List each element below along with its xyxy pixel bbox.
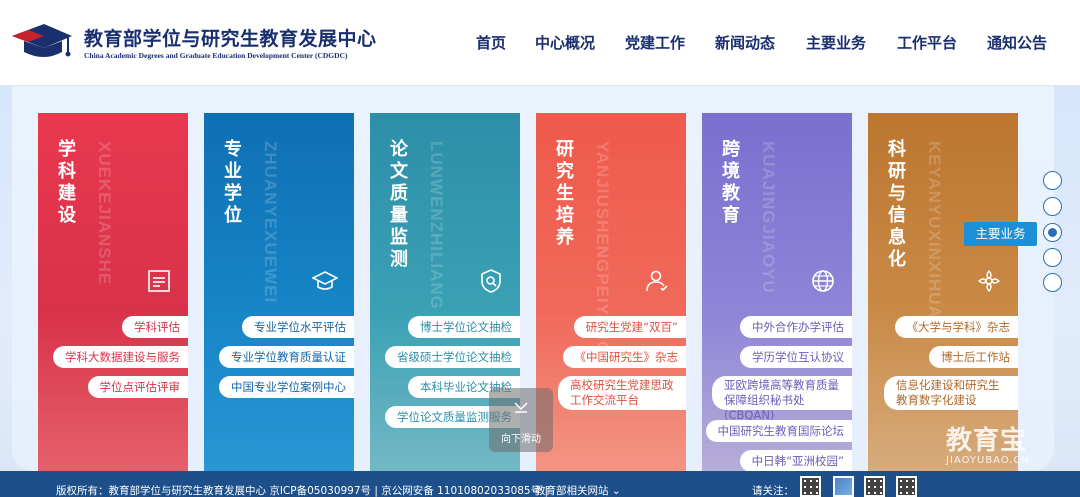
link-degree-recognition-agreement[interactable]: 学历学位互认协议 [740, 346, 852, 368]
nav-home[interactable]: 首页 [476, 32, 506, 53]
person-icon [646, 270, 668, 292]
site-footer: 版权所有：教育部学位与研究生教育发展中心 京ICP备05030997号 | 京公… [0, 471, 1080, 497]
link-university-discipline-magazine[interactable]: 《大学与学科》杂志 [894, 316, 1018, 338]
document-icon [148, 270, 170, 292]
link-discipline-evaluation[interactable]: 学科评估 [122, 316, 188, 338]
qr-code-2[interactable] [833, 476, 854, 497]
link-degree-point-evaluation[interactable]: 学位点评估评审 [87, 376, 188, 398]
link-professional-case-center[interactable]: 中国专业学位案例中心 [219, 376, 354, 398]
link-international-forum[interactable]: 中国研究生教育国际论坛 [705, 420, 852, 442]
chevron-down-icon [514, 402, 528, 413]
nav-notices[interactable]: 通知公告 [987, 32, 1047, 53]
shield-search-icon [481, 269, 501, 293]
related-sites-dropdown[interactable]: 教育部相关网站 ⌄ [535, 483, 621, 497]
link-discipline-bigdata[interactable]: 学科大数据建设与服务 [53, 346, 188, 368]
card-pinyin: LUNWENZHILIANG [427, 141, 446, 310]
pager-dot-1[interactable] [1043, 171, 1062, 190]
watermark: 教育宝 JIAOYUBAO.CN [946, 420, 1066, 466]
site-header: 教育部学位与研究生教育发展中心 China Academic Degrees a… [0, 0, 1080, 86]
link-master-thesis-check[interactable]: 省级硕士学位论文抽检 [385, 346, 520, 368]
nav-center-overview[interactable]: 中心概况 [535, 32, 595, 53]
card-pinyin: XUEKEJIANSHE [95, 141, 114, 286]
link-professional-quality-certification[interactable]: 专业学位教育质量认证 [219, 346, 354, 368]
link-cbqan-secretariat[interactable]: 亚欧跨境高等教育质量保障组织秘书处(CBQAN) [712, 376, 852, 422]
card-professional-degree[interactable]: 专业学位 ZHUANYEXUEWEI 专业学位水平评估 专业学位教育质量认证 中… [204, 113, 354, 471]
nav-work-platform[interactable]: 工作平台 [897, 32, 957, 53]
card-research-informatization[interactable]: 科研与信息化 KEYANYUXINXIHUA 《大学与学科》杂志 博士后工作站 … [868, 113, 1018, 471]
link-doctoral-thesis-check[interactable]: 博士学位论文抽检 [408, 316, 520, 338]
pager-dot-2[interactable] [1043, 197, 1062, 216]
link-ideological-exchange-platform[interactable]: 高校研究生党建思政工作交流平台 [558, 376, 686, 410]
scroll-down-hint[interactable]: 向下滑动 [489, 388, 553, 452]
qr-code-1[interactable] [800, 476, 821, 497]
card-title: 专业学位 [224, 139, 242, 226]
site-title-cn[interactable]: 教育部学位与研究生教育发展中心 [84, 24, 377, 51]
link-joint-program-evaluation[interactable]: 中外合作办学评估 [740, 316, 852, 338]
pager-dot-5[interactable] [1043, 273, 1062, 292]
graduation-cap-logo-icon[interactable] [10, 20, 74, 62]
pager-dot-4[interactable] [1043, 248, 1062, 267]
card-discipline-construction[interactable]: 学科建设 XUEKEJIANSHE 学科评估 学科大数据建设与服务 学位点评估评… [38, 113, 188, 471]
graduation-cap-icon [312, 271, 338, 290]
flower-icon [977, 269, 1001, 293]
globe-icon [812, 270, 834, 292]
site-title-en: China Academic Degrees and Graduate Educ… [84, 51, 348, 60]
card-pinyin: ZHUANYEXUEWEI [261, 141, 280, 304]
nav-main-business[interactable]: 主要业务 [806, 32, 866, 53]
link-professional-level-evaluation[interactable]: 专业学位水平评估 [242, 316, 354, 338]
card-pinyin: KUAJINGJIAOYU [759, 141, 778, 294]
link-china-graduate-magazine[interactable]: 《中国研究生》杂志 [562, 346, 686, 368]
card-title: 研究生培养 [556, 139, 574, 248]
card-title: 学科建设 [58, 139, 76, 226]
card-title: 论文质量监测 [390, 139, 408, 270]
watermark-cn: 教育宝 [946, 426, 1028, 456]
card-cross-border-education[interactable]: 跨境教育 KUAJINGJIAOYU 中外合作办学评估 学历学位互认协议 亚欧跨… [702, 113, 852, 471]
scroll-hint-label: 向下滑动 [501, 434, 541, 445]
nav-party-building[interactable]: 党建工作 [625, 32, 685, 53]
qr-code-3[interactable] [864, 476, 885, 497]
pager-dot-3-active[interactable] [1043, 223, 1062, 242]
link-informatization-construction[interactable]: 信息化建设和研究生教育数字化建设 [884, 376, 1018, 410]
card-graduate-training[interactable]: 研究生培养 YANJIUSHENGPEIYANG 研究生党建“双百” 《中国研究… [536, 113, 686, 471]
link-party-building-double-hundred[interactable]: 研究生党建“双百” [573, 316, 686, 338]
nav-news[interactable]: 新闻动态 [715, 32, 775, 53]
follow-label: 请关注： [752, 485, 794, 497]
card-title: 跨境教育 [722, 139, 740, 226]
watermark-en: JIAOYUBAO.CN [946, 455, 1030, 466]
pager-tooltip: 主要业务 [964, 222, 1037, 246]
card-title: 科研与信息化 [888, 139, 906, 270]
link-campus-asia[interactable]: 中日韩“亚洲校园” [739, 450, 852, 471]
copyright-text: 版权所有：教育部学位与研究生教育发展中心 京ICP备05030997号 | 京公… [56, 485, 548, 497]
qr-code-4[interactable] [896, 476, 917, 497]
card-pinyin: KEYANYUXINXIHUA [925, 141, 944, 319]
link-postdoc-station[interactable]: 博士后工作站 [929, 346, 1018, 368]
